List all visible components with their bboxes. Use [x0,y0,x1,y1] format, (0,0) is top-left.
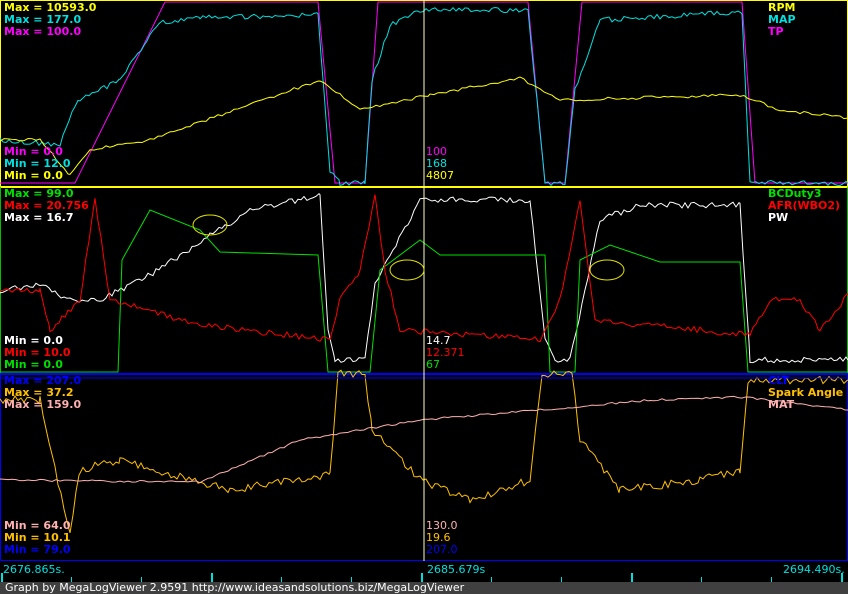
footer-credit: Graph by MegaLogViewer 2.9591 http://www… [0,582,848,594]
cursor-label: 4807 [426,170,454,182]
cursor-label: 207.0 [426,544,458,556]
time-axis[interactable]: 2676.865s. 2685.679s 2694.490s. [0,561,848,582]
legend-label: MAT [768,399,794,411]
megalogviewer-graph[interactable]: Max = 10593.0 Max = 177.0 Max = 100.0 Min =… [0,0,848,594]
legend-label: PW [768,212,788,224]
highlight-ellipse [193,215,227,235]
highlight-ellipse [590,260,624,280]
time-ticks [0,561,848,582]
time-tick [841,573,843,582]
min-label: Min = 0.0 [4,359,63,371]
min-label: Min = 79.0 [4,544,71,556]
legend-label: TP [768,26,784,38]
cursor-label: 67 [426,359,440,371]
time-tick [631,573,633,582]
min-label: Min = 0.0 [4,170,63,182]
time-tick [1,573,3,582]
highlight-ellipse [390,260,424,280]
max-label: Max = 16.7 [4,212,73,224]
max-label: Max = 159.0 [4,399,81,411]
trace-layer [0,0,848,561]
max-label: Max = 100.0 [4,26,81,38]
